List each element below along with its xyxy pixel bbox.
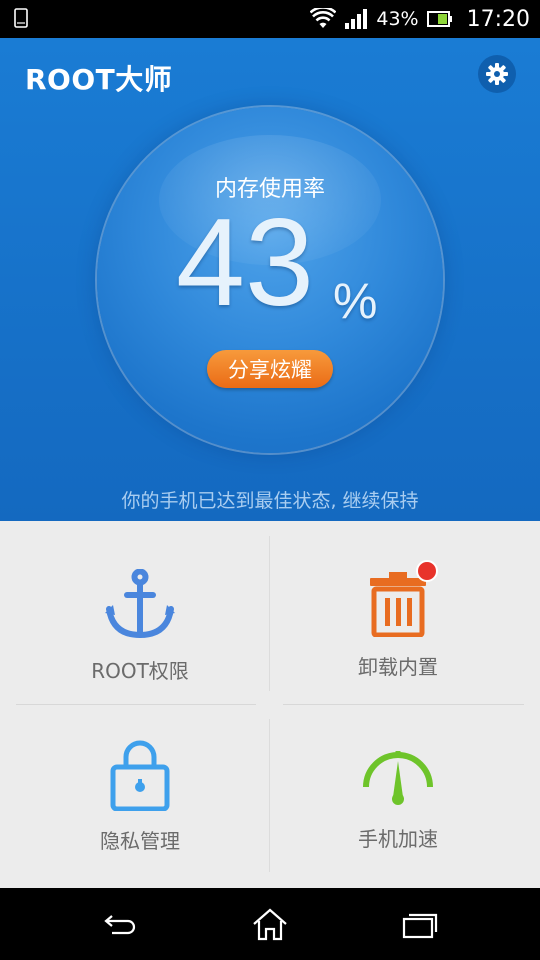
status-message: 你的手机已达到最佳状态, 继续保持 [121,490,419,512]
speedometer-icon [363,751,433,805]
memory-usage-unit: % [333,273,378,329]
grid-divider [283,704,524,705]
privacy-management-label: 隐私管理 [100,829,180,853]
navigation-bar [0,888,540,960]
grid-divider [16,704,256,705]
memory-panel: ROOT大师 内存使用率 43 % 分享炫耀 你的手机已达到最佳状态, 继续保持 [0,38,540,521]
phone-speedup-button[interactable]: 手机加速 [263,745,533,852]
wifi-icon [310,8,337,28]
gear-icon [486,63,508,85]
anchor-icon [105,569,175,639]
trash-icon [370,572,426,637]
lock-icon [110,740,170,811]
battery-icon [426,11,452,27]
feature-grid: ROOT权限 卸载内置 隐私管理 手机加速 [0,521,540,888]
root-permission-button[interactable]: ROOT权限 [5,569,275,684]
clock: 17:20 [466,6,530,32]
uninstall-builtin-label: 卸载内置 [358,655,438,679]
phone-speedup-label: 手机加速 [358,827,438,851]
signal-icon [345,9,368,29]
back-icon[interactable] [100,906,140,942]
memory-bubble: 内存使用率 43 % 分享炫耀 [97,107,443,453]
recent-apps-icon[interactable] [400,906,440,942]
share-button[interactable]: 分享炫耀 [207,350,333,388]
root-permission-label: ROOT权限 [91,659,189,683]
home-icon[interactable] [250,906,290,942]
uninstall-builtin-button[interactable]: 卸载内置 [263,571,533,680]
phone-icon [14,8,28,28]
app-title: ROOT大师 [25,63,173,96]
status-bar: 43% 17:20 [0,0,540,38]
settings-button[interactable] [478,55,516,93]
memory-usage-value: 43 [176,194,314,332]
notification-badge [416,560,438,582]
battery-percent: 43% [376,8,419,30]
privacy-management-button[interactable]: 隐私管理 [5,739,275,854]
